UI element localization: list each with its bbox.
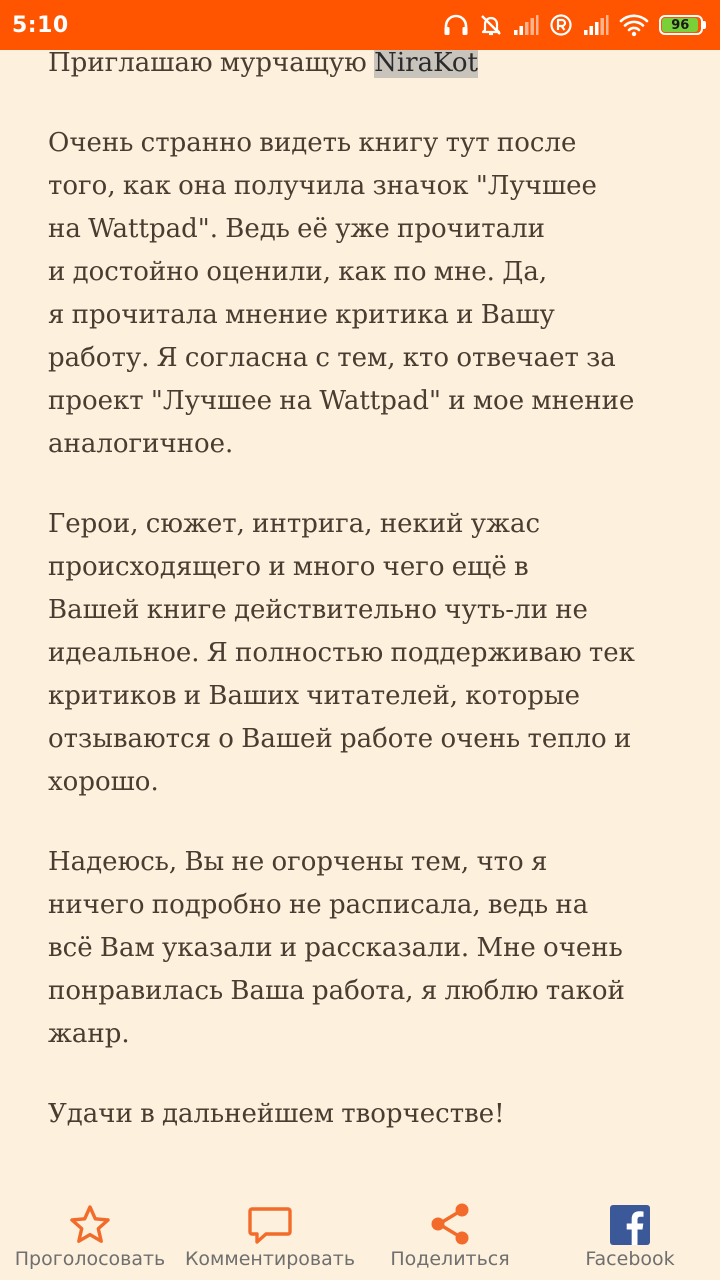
facebook-label: Facebook (585, 1248, 675, 1270)
bell-off-icon (479, 13, 503, 37)
comment-label: Комментировать (184, 1248, 356, 1270)
status-time: 5:10 (12, 12, 69, 38)
battery-icon: 96 (659, 15, 706, 35)
facebook-button[interactable]: Facebook (540, 1172, 720, 1280)
share-icon (429, 1186, 471, 1246)
text-line: Вашей книге действительно чуть-ли не (48, 595, 588, 625)
text-line: я прочитала мнение критика и Вашу (48, 300, 555, 330)
text-line: жанр. (48, 1019, 130, 1049)
share-label: Поделиться (390, 1248, 510, 1270)
paragraph-2: Герои, сюжет, интрига, некий ужас происх… (48, 503, 658, 804)
registered-icon (549, 13, 573, 37)
text-line: происходящего и много чего ещё в (48, 552, 529, 582)
status-icons: 96 (443, 13, 706, 37)
text-line: хорошо. (48, 767, 159, 797)
wifi-icon (619, 13, 649, 37)
vote-button[interactable]: Проголосовать (0, 1172, 180, 1280)
text-line: на Wattpad". Ведь её уже прочитали (48, 214, 545, 244)
share-button[interactable]: Поделиться (360, 1172, 540, 1280)
battery-level: 96 (662, 18, 699, 33)
text-line: отзываются о Вашей работе очень тепло и (48, 724, 632, 754)
bottom-action-bar: Проголосовать Комментировать Поделиться (0, 1172, 720, 1280)
highlighted-mention[interactable]: NiraKot (374, 50, 478, 78)
text-line: и достойно оценили, как по мне. Да, (48, 257, 548, 287)
paragraph-1: Очень странно видеть книгу тут после тог… (48, 122, 658, 466)
paragraph-0: Приглашаю мурчащую NiraKot (48, 50, 658, 85)
status-bar: 5:10 96 (0, 0, 720, 50)
story-text: Приглашаю мурчащую NiraKot Очень странно… (48, 50, 658, 1172)
text-line: ничего подробно не расписала, ведь на (48, 890, 589, 920)
text-line: Герои, сюжет, интрига, некий ужас (48, 509, 541, 539)
text-line: критиков и Ваших читателей, которые (48, 681, 580, 711)
signal-icon (583, 14, 609, 36)
text-line: Очень странно видеть книгу тут после (48, 128, 577, 158)
text-line: Надеюсь, Вы не огорчены тем, что я (48, 847, 548, 877)
text-line: идеальное. Я полностью поддерживаю тек (48, 638, 635, 668)
signal-icon (513, 14, 539, 36)
text-line: Приглашаю мурчащую (48, 50, 375, 78)
text-line: всё Вам указали и рассказали. Мне очень (48, 933, 623, 963)
text-line: того, как она получила значок "Лучшее (48, 171, 597, 201)
text-line: проект "Лучшее на Wattpad" и мое мнение (48, 386, 635, 416)
facebook-icon (609, 1186, 651, 1246)
comment-button[interactable]: Комментировать (180, 1172, 360, 1280)
vote-label: Проголосовать (14, 1248, 166, 1270)
text-line: аналогичное. (48, 429, 234, 459)
text-line: работу. Я согласна с тем, кто отвечает з… (48, 343, 616, 373)
paragraph-4: Удачи в дальнейшем творчестве! (48, 1093, 658, 1136)
paragraph-3: Надеюсь, Вы не огорчены тем, что я ничег… (48, 841, 658, 1056)
headphones-icon (443, 13, 469, 37)
text-line: понравилась Ваша работа, я люблю такой (48, 976, 625, 1006)
story-reader[interactable]: Приглашаю мурчащую NiraKot Очень странно… (0, 50, 720, 1172)
text-line: Удачи в дальнейшем творчестве! (48, 1099, 505, 1129)
star-icon (69, 1186, 111, 1246)
comment-icon (248, 1186, 292, 1246)
